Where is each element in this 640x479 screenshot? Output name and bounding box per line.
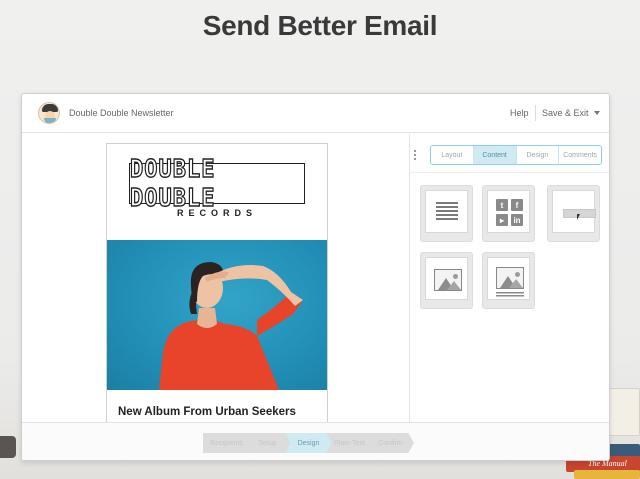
image-caption-block-icon (496, 267, 524, 289)
help-link[interactable]: Help (510, 108, 529, 118)
step-setup[interactable]: Setup (244, 433, 291, 453)
desk-object (0, 436, 16, 458)
image-block[interactable] (420, 252, 473, 309)
email-preview-pane: DOUBLE DOUBLE RECORDS New Album From Urb… (22, 134, 408, 423)
divider (535, 105, 536, 121)
tab-design[interactable]: Design (516, 146, 560, 164)
book (574, 470, 640, 479)
brand-subtitle: RECORDS (176, 208, 257, 218)
divider (410, 172, 609, 173)
app-window: Double Double Newsletter Help Save & Exi… (21, 93, 610, 461)
brand-name: DOUBLE DOUBLE (129, 154, 216, 213)
step-recipients[interactable]: Recipients (203, 433, 250, 453)
youtube-icon: ▸ (496, 214, 508, 226)
chevron-down-icon[interactable] (594, 111, 600, 115)
facebook-icon: f (511, 199, 523, 211)
drag-handle-icon[interactable] (414, 150, 416, 162)
hero-title: Send Better Email (202, 10, 438, 41)
twitter-icon: t (496, 199, 508, 211)
tab-comments[interactable]: Comments (559, 146, 601, 164)
freddie-logo-icon[interactable] (38, 102, 60, 124)
campaign-title: Double Double Newsletter (69, 108, 174, 118)
image-caption-block[interactable] (482, 252, 535, 309)
step-plain-text[interactable]: Plain-Text (326, 433, 373, 453)
linkedin-icon: in (511, 214, 523, 226)
save-exit-button[interactable]: Save & Exit (542, 108, 589, 118)
cursor-icon (577, 214, 580, 220)
tab-layout[interactable]: Layout (431, 146, 474, 164)
social-block[interactable]: t f ▸ in (482, 185, 535, 242)
editor-tabs: Layout Content Design Comments (430, 145, 602, 165)
top-bar: Double Double Newsletter Help Save & Exi… (22, 94, 609, 133)
tab-content[interactable]: Content (473, 146, 517, 164)
woman-photo-icon (159, 262, 303, 390)
editor-side-pane: Layout Content Design Comments t f ▸ in (409, 134, 609, 422)
social-block-icon: t f ▸ in (487, 190, 530, 233)
step-design[interactable]: Design (285, 433, 332, 453)
email-headline: New Album From Urban Seekers (118, 406, 296, 418)
progress-stepbar: Recipients Setup Design Plain-Text Confi… (22, 422, 609, 460)
button-block[interactable] (547, 185, 600, 242)
step-list: Recipients Setup Design Plain-Text Confi… (203, 433, 414, 453)
hero-image[interactable] (107, 240, 327, 390)
email-preview[interactable]: DOUBLE DOUBLE RECORDS New Album From Urb… (106, 143, 328, 423)
text-block[interactable] (420, 185, 473, 242)
text-block-icon (436, 202, 458, 222)
caption-lines-icon (496, 292, 524, 298)
image-block-icon (434, 269, 462, 291)
brand-logo: DOUBLE DOUBLE (129, 154, 305, 213)
step-confirm[interactable]: Confirm (367, 433, 414, 453)
